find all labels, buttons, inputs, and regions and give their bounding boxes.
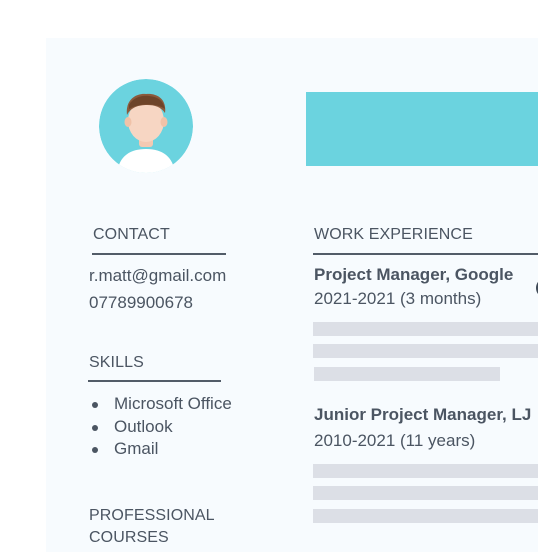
placeholder-bar bbox=[313, 509, 538, 523]
job-period: 2021-2021 (3 months) bbox=[314, 289, 482, 308]
list-item: Outlook bbox=[88, 416, 232, 439]
header-accent-band bbox=[306, 92, 538, 166]
work-experience-rule bbox=[313, 253, 538, 255]
courses-heading-line2: COURSES bbox=[89, 529, 169, 546]
skills-rule bbox=[88, 380, 221, 382]
contact-rule bbox=[92, 253, 226, 255]
skills-heading: SKILLS bbox=[89, 354, 144, 371]
contact-heading: CONTACT bbox=[93, 226, 170, 243]
skills-list: Microsoft Office Outlook Gmail bbox=[88, 393, 232, 461]
contact-email: r.matt@gmail.com bbox=[89, 266, 227, 285]
bullet-icon bbox=[92, 447, 98, 453]
placeholder-bar bbox=[314, 367, 500, 381]
placeholder-bar bbox=[313, 344, 538, 358]
placeholder-bar bbox=[313, 486, 538, 500]
job-title: Project Manager, Google bbox=[314, 265, 514, 284]
placeholder-bar bbox=[313, 464, 538, 478]
placeholder-bar bbox=[313, 322, 538, 336]
courses-heading-line1: PROFESSIONAL bbox=[89, 507, 215, 524]
list-item: Gmail bbox=[88, 438, 232, 461]
job-period: 2010-2021 (11 years) bbox=[314, 431, 476, 450]
job-title: Junior Project Manager, LJ bbox=[314, 405, 532, 424]
person-avatar-icon bbox=[99, 79, 193, 173]
work-experience-heading: WORK EXPERIENCE bbox=[314, 226, 473, 243]
bullet-icon bbox=[92, 424, 98, 431]
list-item: Microsoft Office bbox=[88, 393, 232, 416]
contact-phone: 07789900678 bbox=[89, 293, 194, 312]
bullet-icon bbox=[92, 402, 98, 408]
